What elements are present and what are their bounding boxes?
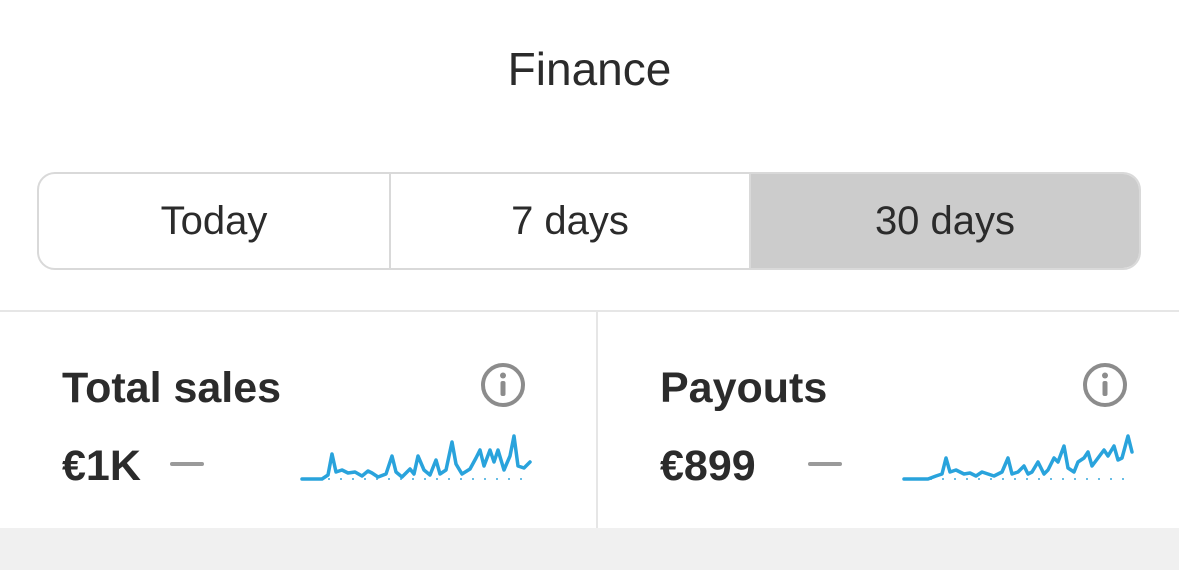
- sparkline-chart: [902, 434, 1134, 481]
- card-title: Payouts: [660, 364, 828, 412]
- info-icon[interactable]: [480, 362, 526, 408]
- dash-icon: [808, 462, 842, 466]
- sparkline-chart: [300, 434, 532, 481]
- tab-7-days[interactable]: 7 days: [391, 174, 751, 268]
- date-range-selector: Today 7 days 30 days: [37, 172, 1141, 270]
- card-value: €899: [660, 442, 756, 490]
- card-title: Total sales: [62, 364, 282, 412]
- dash-icon: [170, 462, 204, 466]
- payouts-card[interactable]: Payouts €899: [598, 312, 1179, 528]
- total-sales-card[interactable]: Total sales €1K: [0, 312, 598, 528]
- card-value: €1K: [62, 442, 141, 490]
- page-title: Finance: [507, 43, 672, 95]
- info-icon[interactable]: [1082, 362, 1128, 408]
- bottom-area: [0, 528, 1179, 570]
- tab-30-days[interactable]: 30 days: [751, 174, 1139, 268]
- metrics-cards: Total sales €1K Payouts €899: [0, 310, 1179, 528]
- tab-today[interactable]: Today: [39, 174, 391, 268]
